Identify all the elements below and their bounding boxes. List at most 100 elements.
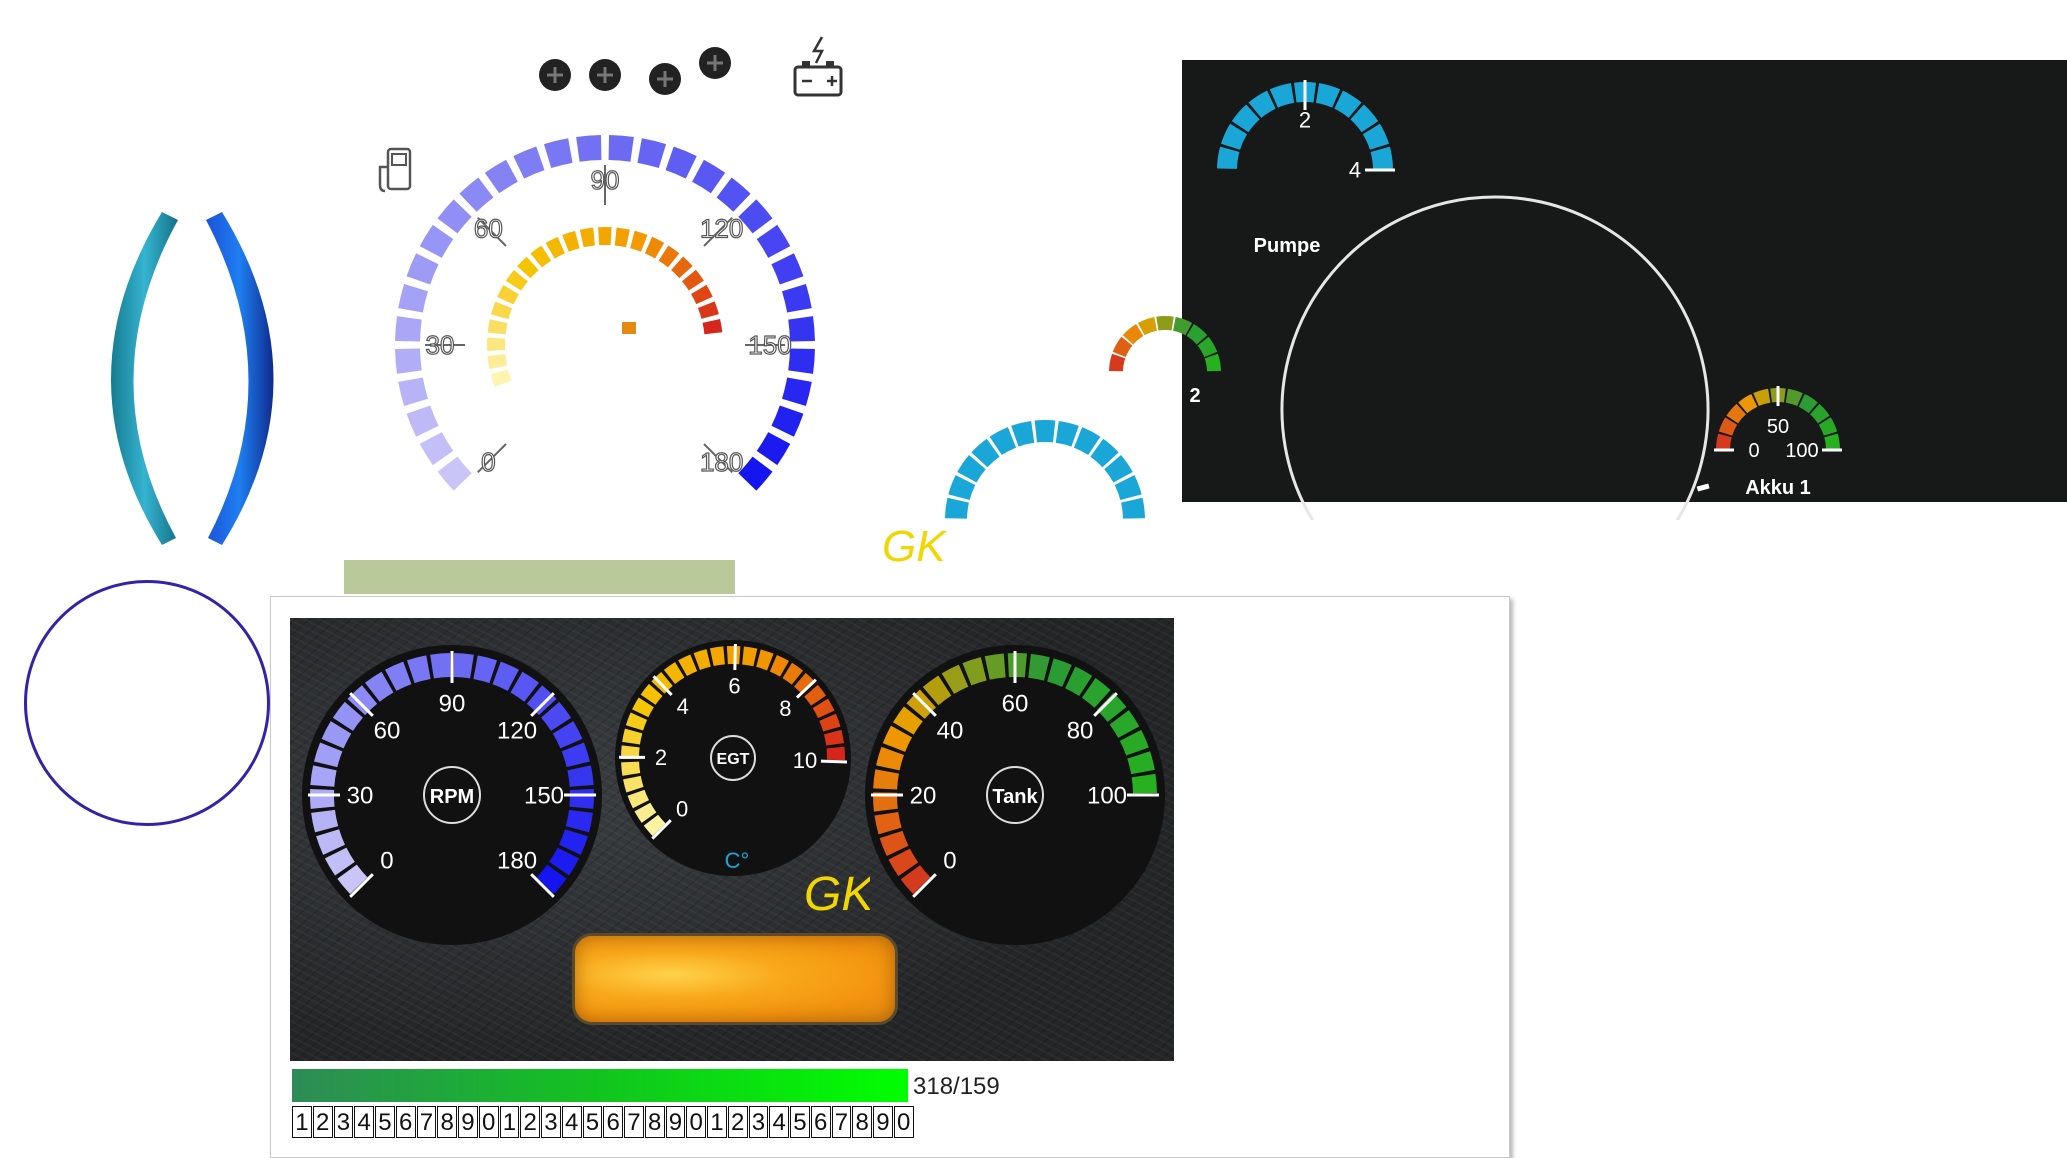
rpm-label: 180 — [497, 847, 537, 874]
egt-label: 8 — [779, 696, 791, 721]
akku-arc-segment — [1753, 389, 1770, 406]
sprite-egt-arc-segment — [659, 245, 680, 267]
progress-fill — [292, 1069, 908, 1102]
sprite-egt-arc-segment — [630, 231, 647, 252]
rpm-arc-segment — [569, 789, 594, 809]
sprite-rpm-arc-segment — [757, 225, 791, 258]
sprite-egt-arc-segment — [562, 231, 579, 252]
egt-label: 2 — [655, 745, 667, 770]
sprite-rpm-arc-segment — [438, 199, 472, 233]
tank2-arc-segment — [1156, 316, 1174, 331]
digit-cell: 6 — [811, 1106, 831, 1138]
sprite-rpm-arc-segment — [398, 284, 428, 313]
tank-label: 60 — [1002, 690, 1029, 717]
sprite-rpm-arc-segment — [666, 147, 697, 179]
sprite-blue-arc-segment — [1056, 421, 1079, 447]
sprite-blue-arc-segment — [945, 498, 969, 519]
sprite-rpm-arc-segment — [717, 178, 751, 212]
gk-logo-sprite: GK — [878, 515, 948, 575]
digit-cell: 9 — [873, 1106, 893, 1138]
tank-label: 20 — [910, 782, 937, 809]
sprite-rpm-label: 150 — [748, 330, 791, 360]
large-ring-arc — [1282, 197, 1708, 520]
digit-cell: 6 — [603, 1106, 623, 1138]
digit-cell: 4 — [354, 1106, 374, 1138]
sprite-rpm-arc-segment — [757, 432, 791, 465]
digit-cell: 3 — [334, 1106, 354, 1138]
akku-label: 100 — [1785, 440, 1818, 462]
sprite-rpm-arc-segment — [738, 457, 772, 491]
sprite-egt-arc-segment — [491, 370, 512, 387]
akku-label: 50 — [1767, 416, 1789, 438]
sprite-rpm-arc-segment — [771, 253, 803, 284]
digit-cell: 0 — [894, 1106, 914, 1138]
sprite-rpm-arc-segment — [782, 284, 812, 313]
sprite-egt-arc-segment — [546, 237, 565, 259]
sprite-rpm-arc-segment — [692, 160, 725, 194]
sprite-rpm-arc-segment — [513, 147, 544, 179]
sprite-rpm-arc-segment — [771, 406, 803, 437]
ring-lamp — [24, 580, 270, 826]
sprite-egt-arc-segment — [598, 227, 611, 245]
sprite-egt-arc-segment — [488, 319, 508, 334]
sprite-rpm-label: 60 — [474, 213, 503, 243]
digit-cell: 2 — [520, 1106, 540, 1138]
digit-cell: 1 — [292, 1106, 312, 1138]
digit-cell: 2 — [728, 1106, 748, 1138]
egt-tick — [821, 761, 847, 762]
rpm-label: 120 — [497, 717, 537, 744]
sprite-gauge-sheet: 0306090120150180 — [0, 0, 1180, 560]
pump-arc-segment — [1217, 147, 1239, 169]
sprite-rpm-arc-segment — [576, 135, 601, 162]
sprite-rpm-arc-segment — [609, 135, 634, 162]
tank-center-label: Tank — [992, 786, 1038, 808]
digit-cell: 1 — [500, 1106, 520, 1138]
tank-label: 100 — [1087, 782, 1127, 809]
digit-cell: 2 — [313, 1106, 333, 1138]
egt-label: 6 — [728, 674, 740, 699]
tank2-arc-segment — [1109, 354, 1125, 371]
needle-marker — [1697, 484, 1710, 492]
sprite-rpm-label: 0 — [481, 447, 495, 477]
egt-center-label: EGT — [717, 751, 750, 768]
sprite-rpm-arc-segment — [485, 160, 518, 194]
sprite-egt-arc-segment — [517, 257, 539, 279]
digit-cell: 1 — [707, 1106, 727, 1138]
gk-logo-dashboard: GK — [800, 862, 870, 922]
sprite-egt-arc-segment — [487, 337, 505, 350]
digit-cell: 3 — [541, 1106, 561, 1138]
tank-label: 0 — [943, 847, 956, 874]
egt-tick — [735, 644, 736, 670]
pump-arc-segment — [1270, 83, 1294, 108]
rpm-center-label: RPM — [430, 786, 474, 808]
sprite-rpm-arc-segment — [738, 199, 772, 233]
pump-arc-segment — [1316, 83, 1340, 108]
digit-cell: 5 — [583, 1106, 603, 1138]
akku-title: Akku 1 — [1745, 477, 1811, 499]
sprite-blue-arc-segment — [1011, 421, 1034, 447]
sprite-rpm-arc-segment — [407, 406, 439, 437]
digit-strip: 123456789012345678901234567890 — [292, 1106, 915, 1140]
sprite-egt-arc-segment — [682, 270, 704, 291]
sprite-rpm-arc-segment — [788, 316, 815, 341]
sprite-color-bar — [344, 560, 735, 594]
tank2-label: 100 — [1100, 60, 1117, 65]
egt-label: 10 — [793, 748, 817, 773]
pump-label: 2 — [1299, 108, 1311, 133]
svg-text:GK: GK — [882, 522, 947, 571]
sprite-rpm-arc-segment — [438, 457, 472, 491]
egt-arc-segment — [827, 747, 845, 761]
tank2-title: 2 — [1189, 385, 1200, 407]
digit-cell: 6 — [396, 1106, 416, 1138]
sprite-egt-arc-segment — [645, 237, 664, 259]
sprite-egt-arc-segment — [671, 257, 692, 279]
akku-arc-segment — [1824, 434, 1840, 450]
akku-arc-segment — [1716, 434, 1732, 450]
sprite-rpm-label: 180 — [700, 447, 743, 477]
sprite-rpm-label: 90 — [591, 165, 620, 195]
digit-cell: 5 — [790, 1106, 810, 1138]
tank2-arc-segment — [1205, 354, 1221, 371]
rpm-label: 60 — [374, 717, 401, 744]
digit-cell: 3 — [749, 1106, 769, 1138]
digit-cell: 9 — [458, 1106, 478, 1138]
